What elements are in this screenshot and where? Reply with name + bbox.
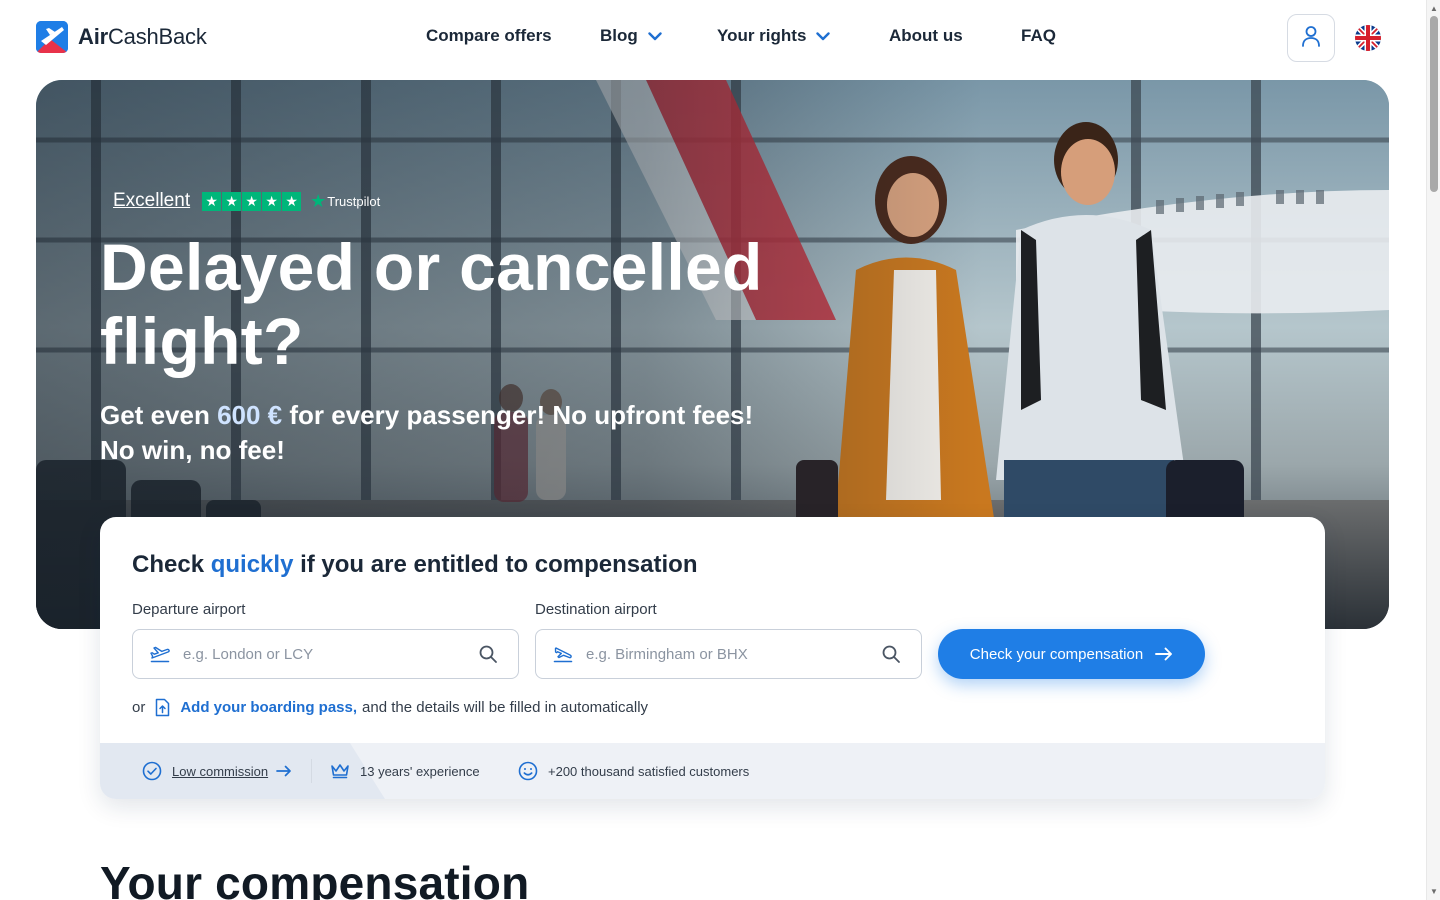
arrow-right-icon [1155, 647, 1173, 661]
star-icon: ★ [282, 191, 302, 211]
chevron-down-icon [648, 26, 662, 46]
compensation-amount: 600 € [217, 400, 283, 430]
benefit-divider [311, 759, 312, 783]
benefit-experience: 13 years' experience [330, 743, 480, 799]
account-button[interactable] [1287, 14, 1335, 62]
boarding-pass-row: or Add your boarding pass, and the detai… [132, 698, 649, 717]
crown-icon [330, 763, 350, 779]
user-icon [1301, 25, 1321, 52]
landing-icon [552, 643, 574, 665]
brand-name: AirCashBack [78, 24, 207, 49]
section-title: Your compensation [100, 857, 530, 900]
check-compensation-button[interactable]: Check your compensation [938, 629, 1205, 679]
star-icon: ★ [222, 191, 242, 211]
nav-compare-offers[interactable]: Compare offers [426, 26, 552, 46]
check-circle-icon [142, 761, 162, 781]
search-icon[interactable] [478, 644, 498, 669]
destination-field[interactable] [535, 629, 922, 679]
destination-label: Destination airport [535, 601, 657, 618]
plane-logo-icon [36, 21, 68, 53]
add-boarding-pass-link[interactable]: Add your boarding pass, [180, 699, 357, 716]
benefit-low-commission[interactable]: Low commission [142, 743, 292, 799]
rating-stars: ★ ★ ★ ★ ★ [202, 191, 302, 211]
departure-label: Departure airport [132, 601, 246, 618]
star-icon: ★ [242, 191, 262, 211]
upload-file-icon[interactable] [155, 698, 170, 717]
hero-title: Delayed or cancelled flight? [100, 230, 763, 378]
trustpilot-star-icon: ★ [310, 190, 327, 211]
form-title: Check quickly if you are entitled to com… [132, 551, 698, 578]
scroll-up-arrow-icon[interactable]: ▲ [1430, 4, 1438, 13]
arrow-right-icon [276, 765, 292, 777]
departure-input[interactable] [183, 645, 453, 663]
compensation-check-form: Check quickly if you are entitled to com… [100, 517, 1325, 799]
nav-your-rights[interactable]: Your rights [717, 26, 831, 46]
nav-about-us[interactable]: About us [889, 26, 963, 46]
benefit-customers: +200 thousand satisfied customers [518, 743, 749, 799]
trustpilot-rating: Excellent ★ ★ ★ ★ ★ ★ Trustpilot [113, 190, 380, 212]
hero-subtitle: Get even 600 € for every passenger! No u… [100, 400, 754, 465]
scroll-down-arrow-icon[interactable]: ▼ [1430, 887, 1438, 896]
brand-logo[interactable]: AirCashBack [36, 21, 207, 53]
uk-flag-icon [1355, 25, 1381, 51]
site-header: AirCashBack Compare offers Blog Your rig… [0, 0, 1426, 76]
chevron-down-icon [816, 26, 831, 46]
nav-faq[interactable]: FAQ [1021, 26, 1056, 46]
destination-input[interactable] [586, 645, 856, 663]
page-scrollbar[interactable]: ▲ ▼ [1426, 0, 1440, 900]
search-icon[interactable] [881, 644, 901, 669]
scrollbar-thumb[interactable] [1430, 16, 1438, 192]
language-switcher[interactable] [1355, 25, 1381, 51]
smile-icon [518, 761, 538, 781]
star-icon: ★ [202, 191, 222, 211]
nav-blog[interactable]: Blog [600, 26, 662, 46]
takeoff-icon [149, 643, 171, 665]
trustpilot-logo: ★ Trustpilot [310, 190, 381, 211]
benefits-bar: Low commission 13 years' experience +200… [100, 743, 1325, 799]
star-icon: ★ [262, 191, 282, 211]
rating-label[interactable]: Excellent [113, 190, 190, 212]
departure-field[interactable] [132, 629, 519, 679]
